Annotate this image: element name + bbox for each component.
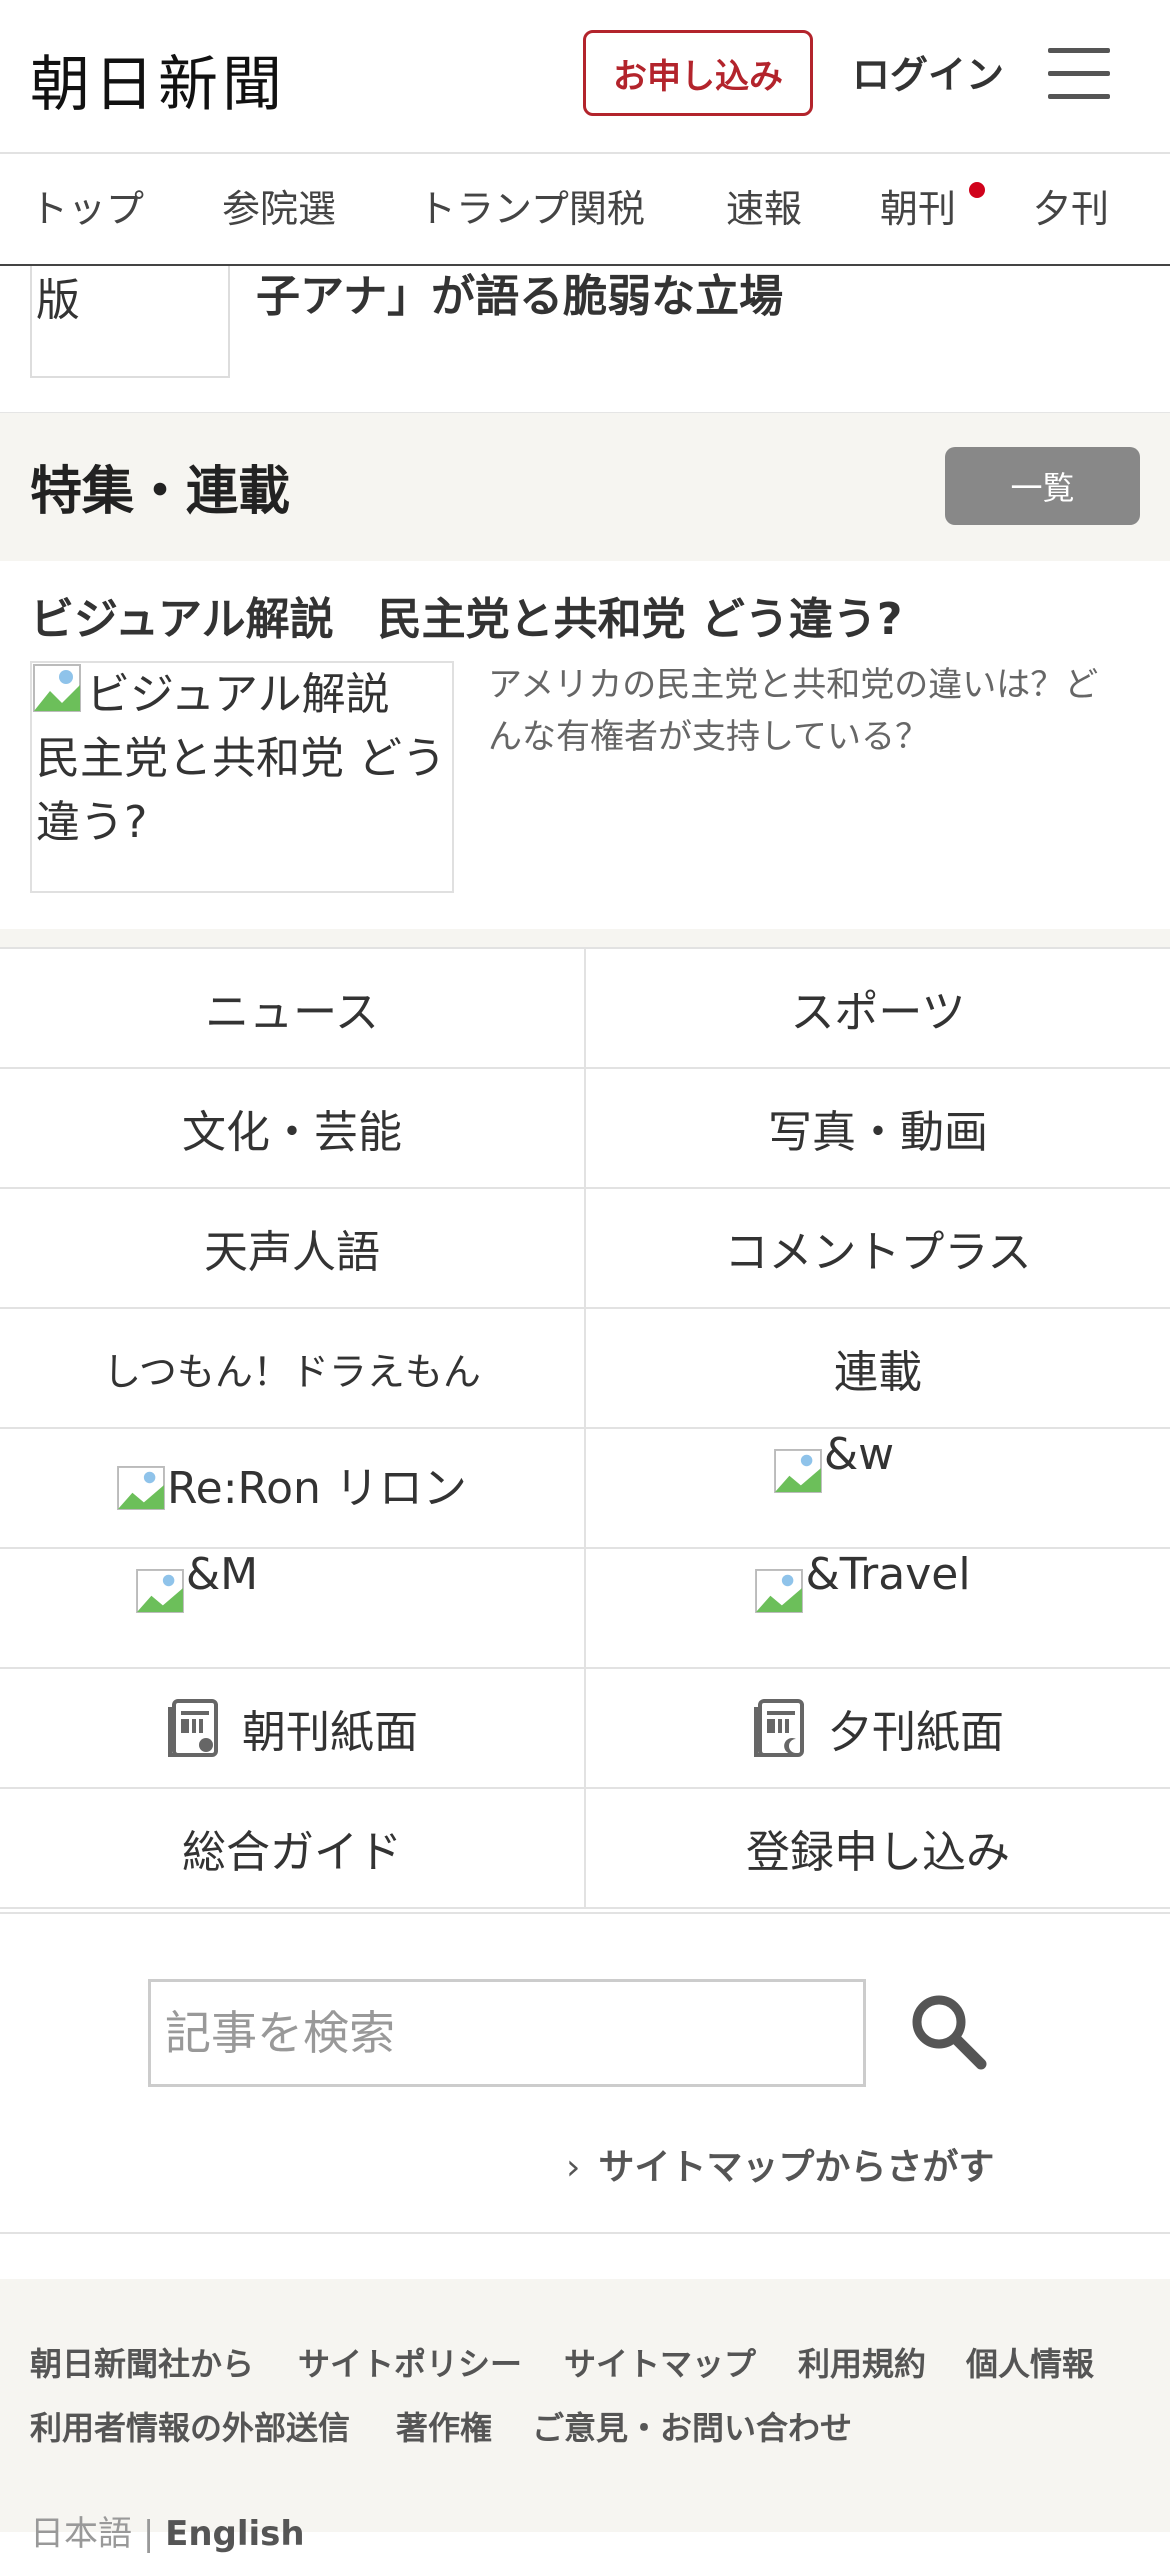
category-and-w-label: &w bbox=[823, 1429, 895, 1480]
category-series-label: 連載 bbox=[834, 1347, 922, 1398]
hamburger-menu-icon[interactable] bbox=[1048, 48, 1110, 100]
category-culture-label: 文化・芸能 bbox=[182, 1107, 402, 1158]
category-register-label: 登録申し込み bbox=[746, 1827, 1010, 1878]
site-logo[interactable]: 朝日新聞 bbox=[30, 36, 286, 123]
feature-card[interactable]: ビジュアル解説 民主党と共和党 どう違う? ビジュアル解説 民主党と共和党 どう… bbox=[0, 561, 1170, 947]
notification-dot bbox=[969, 182, 985, 198]
category-sports[interactable]: スポーツ bbox=[584, 949, 1170, 1069]
category-guide-label: 総合ガイド bbox=[182, 1827, 402, 1878]
nav-item-evening[interactable]: 夕刊 bbox=[1033, 178, 1109, 233]
category-comment-plus-label: コメントプラス bbox=[724, 1227, 1032, 1278]
nav-item-morning[interactable]: 朝刊 bbox=[880, 178, 956, 233]
category-news-label: ニュース bbox=[205, 987, 379, 1038]
feature-section-header: 特集・連載 一覧 bbox=[0, 413, 1170, 561]
category-culture[interactable]: 文化・芸能 bbox=[0, 1069, 584, 1189]
lang-separator: | bbox=[142, 2514, 155, 2554]
feature-card-image-alt: ビジュアル解説 民主党と共和党 どう違う? bbox=[36, 669, 446, 848]
nav-item-election[interactable]: 参院選 bbox=[222, 178, 336, 233]
divider bbox=[0, 2232, 1170, 2234]
section-title: 特集・連載 bbox=[30, 462, 291, 522]
lang-ja-link[interactable]: 日本語 bbox=[30, 2514, 132, 2554]
article-thumbnail-alt: 版 bbox=[36, 275, 80, 326]
category-register[interactable]: 登録申し込み bbox=[584, 1789, 1170, 1909]
broken-image-icon bbox=[117, 1466, 165, 1510]
nav-item-tariff[interactable]: トランプ関税 bbox=[418, 178, 645, 233]
login-button[interactable]: ログイン bbox=[852, 44, 1004, 99]
footer-link-sitemap[interactable]: サイトマップ bbox=[564, 2339, 756, 2385]
category-tensei-jingo-label: 天声人語 bbox=[204, 1227, 380, 1278]
category-guide[interactable]: 総合ガイド bbox=[0, 1789, 584, 1909]
category-reron-label: Re:Ron リロン bbox=[167, 1463, 467, 1514]
search-icon[interactable] bbox=[905, 1988, 989, 2072]
feature-card-description: アメリカの民主党と共和党の違いは？どんな有権者が支持している？ bbox=[488, 665, 1099, 757]
category-and-travel-label: &Travel bbox=[805, 1549, 971, 1600]
category-and-w[interactable]: &w bbox=[584, 1429, 1170, 1549]
morning-paper-icon bbox=[166, 1697, 220, 1759]
sitemap-link[interactable]: › サイトマップからさがす bbox=[566, 2138, 994, 2190]
site-footer: 朝日新聞社から サイトポリシー サイトマップ 利用規約 個人情報 利用者情報の外… bbox=[0, 2279, 1170, 2554]
feature-card-image[interactable]: ビジュアル解説 民主党と共和党 どう違う? bbox=[30, 661, 454, 893]
chevron-right-icon: › bbox=[566, 2147, 581, 2188]
search-input[interactable] bbox=[151, 1982, 857, 2084]
footer-link-copyright[interactable]: 著作権 bbox=[396, 2403, 492, 2449]
apply-button[interactable]: お申し込み bbox=[583, 30, 813, 116]
category-grid: ニュース スポーツ 文化・芸能 写真・動画 天声人語 コメントプラス しつもん！… bbox=[0, 947, 1170, 1914]
category-nav: トップ 参院選 トランプ関税 速報 朝刊 夕刊 bbox=[0, 154, 1170, 267]
article-title[interactable]: 子アナ」が語る脆弱な立場 bbox=[256, 266, 783, 324]
article-thumbnail: 版 bbox=[30, 266, 230, 378]
category-reron[interactable]: Re:Ron リロン bbox=[0, 1429, 584, 1549]
category-tensei-jingo[interactable]: 天声人語 bbox=[0, 1189, 584, 1309]
site-header: 朝日新聞 お申し込み ログイン bbox=[0, 0, 1170, 154]
category-and-w-wrap: &w bbox=[773, 1429, 894, 1494]
category-morning-paper-label: 朝刊紙面 bbox=[242, 1707, 418, 1758]
category-comment-plus[interactable]: コメントプラス bbox=[584, 1189, 1170, 1309]
article-list-item[interactable]: 版 子アナ」が語る脆弱な立場 bbox=[0, 266, 1170, 415]
category-photo-video-label: 写真・動画 bbox=[768, 1107, 988, 1158]
category-evening-paper[interactable]: 夕刊紙面 bbox=[584, 1669, 1170, 1789]
list-button[interactable]: 一覧 bbox=[945, 447, 1140, 525]
category-doraemon-label: しつもん！ドラえもん bbox=[103, 1349, 481, 1394]
feature-card-title[interactable]: ビジュアル解説 民主党と共和党 どう違う? bbox=[30, 583, 902, 647]
language-switcher: 日本語 | English bbox=[30, 2506, 305, 2555]
category-doraemon[interactable]: しつもん！ドラえもん bbox=[0, 1309, 584, 1429]
category-series[interactable]: 連載 bbox=[584, 1309, 1170, 1429]
footer-link-external-transmission[interactable]: 利用者情報の外部送信 bbox=[30, 2403, 350, 2449]
footer-link-about[interactable]: 朝日新聞社から bbox=[30, 2339, 254, 2385]
nav-item-breaking[interactable]: 速報 bbox=[726, 178, 802, 233]
search-field[interactable] bbox=[148, 1979, 866, 2087]
nav-item-top[interactable]: トップ bbox=[30, 178, 144, 233]
category-morning-paper[interactable]: 朝刊紙面 bbox=[0, 1669, 584, 1789]
category-and-m[interactable]: &M bbox=[0, 1549, 584, 1669]
footer-link-contact[interactable]: ご意見・お問い合わせ bbox=[532, 2403, 852, 2449]
broken-image-icon bbox=[755, 1569, 804, 1613]
category-evening-paper-label: 夕刊紙面 bbox=[828, 1707, 1004, 1758]
broken-image-icon bbox=[135, 1569, 184, 1613]
category-sports-label: スポーツ bbox=[790, 987, 966, 1038]
sitemap-link-label: サイトマップからさがす bbox=[598, 2147, 995, 2188]
category-and-travel[interactable]: &Travel bbox=[584, 1549, 1170, 1669]
footer-link-terms[interactable]: 利用規約 bbox=[798, 2339, 926, 2385]
broken-image-icon bbox=[773, 1449, 822, 1493]
footer-link-privacy[interactable]: 個人情報 bbox=[966, 2339, 1094, 2385]
category-news[interactable]: ニュース bbox=[0, 949, 584, 1069]
category-and-m-label: &M bbox=[185, 1549, 259, 1600]
category-and-travel-wrap: &Travel bbox=[755, 1549, 971, 1614]
footer-link-policy[interactable]: サイトポリシー bbox=[298, 2339, 522, 2385]
lang-en-link[interactable]: English bbox=[165, 2514, 305, 2554]
category-photo-video[interactable]: 写真・動画 bbox=[584, 1069, 1170, 1189]
category-and-m-wrap: &M bbox=[135, 1549, 258, 1614]
evening-paper-icon bbox=[752, 1697, 806, 1759]
